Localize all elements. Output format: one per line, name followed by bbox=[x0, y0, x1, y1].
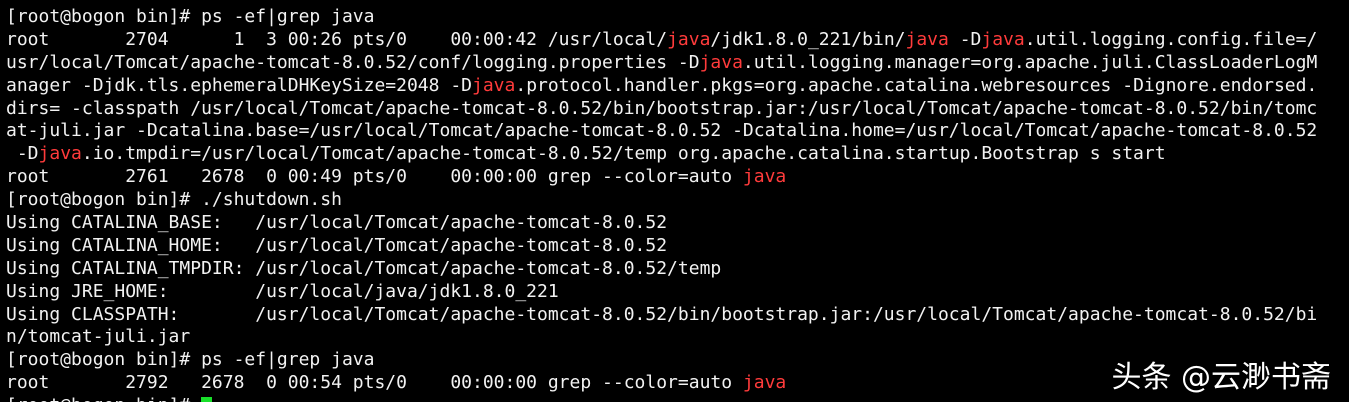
terminal-text: root 2761 2678 0 00:49 pts/0 00:00:00 gr… bbox=[6, 166, 743, 188]
watermark: 头条 @云渺书斋 bbox=[1111, 360, 1331, 395]
terminal-line: dirs= -classpath /usr/local/Tomcat/apach… bbox=[6, 98, 1349, 121]
terminal-text: anager -Djdk.tls.ephemeralDHKeySize=2048… bbox=[6, 74, 472, 96]
terminal-line: [root@bogon bin]# bbox=[6, 395, 1349, 402]
terminal-text: Using CLASSPATH: /usr/local/Tomcat/apach… bbox=[6, 303, 1318, 325]
grep-match-highlight: java bbox=[905, 28, 949, 50]
terminal-line: root 2761 2678 0 00:49 pts/0 00:00:00 gr… bbox=[6, 166, 1349, 189]
terminal-text: Using CATALINA_HOME: /usr/local/Tomcat/a… bbox=[6, 234, 668, 256]
terminal-line: at-juli.jar -Dcatalina.base=/usr/local/T… bbox=[6, 120, 1349, 143]
terminal-text: .util.logging.config.file=/ bbox=[1024, 28, 1318, 50]
grep-match-highlight: java bbox=[472, 74, 516, 96]
terminal-text: Using JRE_HOME: /usr/local/java/jdk1.8.0… bbox=[6, 280, 559, 302]
terminal-line: [root@bogon bin]# ./shutdown.sh bbox=[6, 189, 1349, 212]
terminal-text: .util.logging.manager=org.apache.juli.Cl… bbox=[742, 51, 1318, 73]
terminal-text: usr/local/Tomcat/apache-tomcat-8.0.52/co… bbox=[6, 51, 700, 73]
grep-match-highlight: java bbox=[981, 28, 1025, 50]
terminal-output: [root@bogon bin]# ps -ef|grep java root 2… bbox=[0, 0, 1349, 402]
terminal-line: root 2704 1 3 00:26 pts/0 00:00:42 /usr/… bbox=[6, 29, 1349, 52]
terminal-line: Using CLASSPATH: /usr/local/Tomcat/apach… bbox=[6, 304, 1349, 327]
terminal-text: [root@bogon bin]# ./shutdown.sh bbox=[6, 189, 342, 211]
terminal-text: Using CATALINA_BASE: /usr/local/Tomcat/a… bbox=[6, 212, 668, 234]
terminal-text: dirs= -classpath /usr/local/Tomcat/apach… bbox=[6, 97, 1318, 119]
cursor-block bbox=[201, 397, 213, 402]
grep-match-highlight: java bbox=[742, 372, 787, 394]
terminal-line: Using CATALINA_BASE: /usr/local/Tomcat/a… bbox=[6, 212, 1349, 235]
terminal-text: .protocol.handler.pkgs=org.apache.catali… bbox=[515, 74, 1318, 96]
terminal-line: [root@bogon bin]# ps -ef|grep java bbox=[6, 6, 1349, 29]
terminal-text: -D bbox=[6, 143, 39, 165]
terminal-line: -Djava.io.tmpdir=/usr/local/Tomcat/apach… bbox=[6, 143, 1349, 166]
terminal-text: Using CATALINA_TMPDIR: /usr/local/Tomcat… bbox=[6, 257, 722, 279]
terminal-line: anager -Djdk.tls.ephemeralDHKeySize=2048… bbox=[6, 75, 1349, 98]
terminal-line: Using CATALINA_TMPDIR: /usr/local/Tomcat… bbox=[6, 258, 1349, 281]
grep-match-highlight: java bbox=[667, 28, 711, 50]
grep-match-highlight: java bbox=[742, 166, 787, 188]
terminal-text: .io.tmpdir=/usr/local/Tomcat/apache-tomc… bbox=[81, 143, 1166, 165]
grep-match-highlight: java bbox=[38, 143, 82, 165]
terminal-text: [root@bogon bin]# ps -ef|grep java bbox=[6, 6, 375, 27]
terminal-text: n/tomcat-juli.jar bbox=[6, 326, 191, 348]
terminal-text: root 2704 1 3 00:26 pts/0 00:00:42 /usr/… bbox=[6, 28, 668, 50]
grep-match-highlight: java bbox=[699, 51, 743, 73]
terminal-text: [root@bogon bin]# ps -ef|grep java bbox=[6, 349, 375, 371]
terminal-line: Using JRE_HOME: /usr/local/java/jdk1.8.0… bbox=[6, 281, 1349, 304]
terminal-line: usr/local/Tomcat/apache-tomcat-8.0.52/co… bbox=[6, 52, 1349, 75]
terminal-text: root 2792 2678 0 00:54 pts/0 00:00:00 gr… bbox=[6, 372, 743, 394]
terminal-line: n/tomcat-juli.jar bbox=[6, 326, 1349, 349]
terminal-text: /jdk1.8.0_221/bin/ bbox=[710, 28, 906, 50]
terminal-text: at-juli.jar -Dcatalina.base=/usr/local/T… bbox=[6, 120, 1318, 142]
terminal-line: Using CATALINA_HOME: /usr/local/Tomcat/a… bbox=[6, 235, 1349, 258]
terminal-text: -D bbox=[948, 28, 982, 50]
terminal-window[interactable]: [root@bogon bin]# ps -ef|grep java root 2… bbox=[0, 0, 1349, 402]
terminal-text: [root@bogon bin]# bbox=[6, 395, 201, 402]
